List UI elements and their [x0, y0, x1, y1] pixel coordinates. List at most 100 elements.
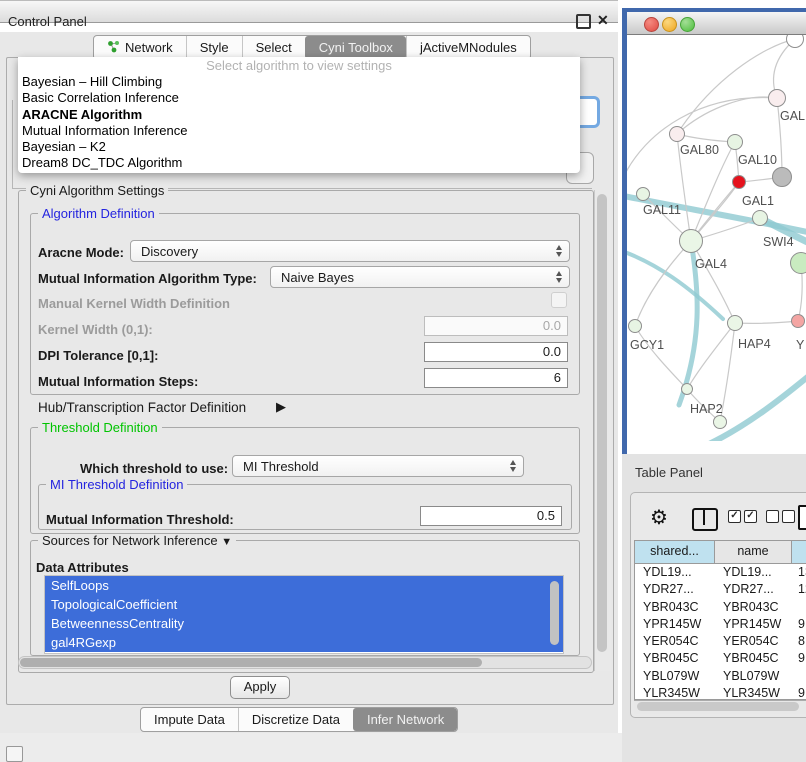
table-row[interactable]: YDL19...YDL19...13: [635, 564, 806, 581]
data-attribute-item[interactable]: gal4RGexp: [45, 633, 563, 652]
mi-threshold-field[interactable]: 0.5: [420, 506, 562, 526]
settings-horizontal-scrollbar-thumb[interactable]: [20, 658, 482, 667]
mi-algorithm-type-select[interactable]: Naive Bayes: [270, 266, 570, 288]
algorithm-option-bayesian-hill-climbing[interactable]: Bayesian – Hill Climbing: [18, 74, 580, 90]
algorithm-option-dream8-dc-tdc-algorithm[interactable]: Dream8 DC_TDC Algorithm: [18, 155, 580, 171]
table-cell: [792, 599, 806, 616]
split-columns-icon[interactable]: [692, 508, 718, 531]
table-row[interactable]: YLR345WYLR345W9.: [635, 685, 806, 700]
list-scrollbar-thumb[interactable]: [550, 581, 559, 645]
table-cell: 8.: [792, 633, 806, 650]
close-icon[interactable]: ✕: [597, 12, 609, 29]
network-node[interactable]: [713, 415, 727, 429]
table-cell: YLR345W: [715, 685, 792, 700]
network-node-hap2[interactable]: [681, 383, 693, 395]
apply-button[interactable]: Apply: [230, 676, 290, 699]
network-view-window[interactable]: GALGAL80GAL10GAL1GAL11SWI4GAL4GCY1HAP4YH…: [622, 8, 806, 472]
column-header-clipped[interactable]: [792, 541, 806, 563]
table-row[interactable]: YBR045CYBR045C9.: [635, 650, 806, 667]
manual-kernel-width-label: Manual Kernel Width Definition: [38, 296, 230, 311]
algorithm-option-mutual-information-inference[interactable]: Mutual Information Inference: [18, 123, 580, 139]
collapse-down-icon[interactable]: ▼: [221, 536, 232, 548]
tab-jactivemnodules[interactable]: jActiveMNodules: [406, 36, 530, 59]
mi-threshold-label: Mutual Information Threshold:: [46, 512, 234, 527]
checked-column-icon[interactable]: ✓: [744, 510, 757, 523]
network-node-gal11[interactable]: [636, 187, 650, 201]
spinner-arrows-icon: [556, 245, 562, 257]
network-node[interactable]: [772, 167, 792, 187]
tab-impute-data[interactable]: Impute Data: [141, 708, 238, 731]
network-node-gal10[interactable]: [727, 134, 743, 150]
tab-cyni-toolbox[interactable]: Cyni Toolbox: [305, 36, 406, 59]
data-attribute-item[interactable]: SelfLoops: [45, 576, 563, 595]
checked-column-icon[interactable]: ✓: [728, 510, 741, 523]
node-label: HAP2: [690, 402, 723, 416]
minimized-panel-icon[interactable]: [6, 746, 23, 762]
unchecked-column-icon[interactable]: [782, 510, 795, 523]
table-cell: YER054C: [715, 633, 792, 650]
table-row[interactable]: YDR27...YDR27...12: [635, 581, 806, 598]
hidden-groupbox-border: [12, 100, 13, 188]
network-canvas[interactable]: GALGAL80GAL10GAL1GAL11SWI4GAL4GCY1HAP4YH…: [627, 35, 806, 441]
kernel-width-field[interactable]: 0.0: [424, 316, 568, 336]
zoom-traffic-light-icon[interactable]: [680, 17, 695, 32]
which-threshold-select[interactable]: MI Threshold: [232, 455, 524, 477]
network-node-gal4[interactable]: [679, 229, 703, 253]
network-node-gcy1[interactable]: [628, 319, 642, 333]
tab-infer-network[interactable]: Infer Network: [353, 708, 457, 731]
network-node-gal80[interactable]: [669, 126, 685, 142]
algorithm-option-basic-correlation-inference[interactable]: Basic Correlation Inference: [18, 90, 580, 106]
dpi-tolerance-field[interactable]: 0.0: [424, 342, 568, 362]
aracne-mode-select[interactable]: Discovery: [130, 240, 570, 262]
network-node-gal1[interactable]: [732, 175, 746, 189]
data-attributes-label: Data Attributes: [36, 560, 129, 575]
tab-select[interactable]: Select: [242, 36, 305, 59]
minimize-traffic-light-icon[interactable]: [662, 17, 677, 32]
table-cell: [792, 668, 806, 685]
table-row[interactable]: YER054CYER054C8.: [635, 633, 806, 650]
document-icon[interactable]: [798, 505, 806, 530]
table-cell: 9.: [792, 685, 806, 700]
gear-icon[interactable]: ⚙: [650, 505, 668, 530]
tab-label: Network: [125, 40, 173, 55]
tab-network[interactable]: Network: [94, 36, 186, 59]
table-row[interactable]: YPR145WYPR145W9.: [635, 616, 806, 633]
algorithm-option-aracne-algorithm[interactable]: ARACNE Algorithm: [18, 107, 580, 123]
table-row[interactable]: YBL079WYBL079W: [635, 668, 806, 685]
tab-label: Impute Data: [154, 712, 225, 727]
close-traffic-light-icon[interactable]: [644, 17, 659, 32]
mi-steps-label: Mutual Information Steps:: [38, 374, 198, 389]
table-cell: YDL19...: [635, 564, 715, 581]
column-header-shared-[interactable]: shared...: [635, 541, 715, 563]
tab-discretize-data[interactable]: Discretize Data: [238, 708, 353, 731]
node-label: HAP4: [738, 337, 771, 351]
node-table[interactable]: shared...name YDL19...YDL19...13YDR27...…: [634, 540, 806, 700]
data-attribute-item[interactable]: TopologicalCoefficient: [45, 595, 563, 614]
expand-right-icon[interactable]: ▶: [276, 399, 286, 415]
network-node[interactable]: [790, 252, 806, 274]
mi-threshold-group-title: MI Threshold Definition: [46, 478, 187, 491]
table-cell: YDR27...: [635, 581, 715, 598]
algorithm-definition-title: Algorithm Definition: [38, 207, 159, 220]
network-node-hap4[interactable]: [727, 315, 743, 331]
manual-kernel-width-checkbox[interactable]: [551, 292, 567, 308]
network-node-y[interactable]: [791, 314, 805, 328]
float-window-icon[interactable]: [576, 14, 591, 29]
spinner-arrows-icon: [510, 460, 516, 472]
data-attributes-list[interactable]: SelfLoopsTopologicalCoefficientBetweenne…: [44, 575, 564, 654]
unchecked-column-icon[interactable]: [766, 510, 779, 523]
algorithm-option-bayesian-k2[interactable]: Bayesian – K2: [18, 139, 580, 155]
network-window-titlebar[interactable]: [627, 12, 806, 35]
table-horizontal-scrollbar-thumb[interactable]: [637, 702, 799, 711]
control-panel-titlebar: Control Panel ✕: [0, 0, 618, 23]
column-header-name[interactable]: name: [715, 541, 792, 563]
network-node-swi4[interactable]: [752, 210, 768, 226]
settings-vertical-scrollbar-thumb[interactable]: [597, 194, 607, 652]
tab-style[interactable]: Style: [186, 36, 242, 59]
mi-steps-field[interactable]: 6: [424, 368, 568, 388]
data-attribute-item[interactable]: BetweennessCentrality: [45, 614, 563, 633]
hub-definition-label: Hub/Transcription Factor Definition: [38, 400, 246, 415]
network-node-gal[interactable]: [768, 89, 786, 107]
table-cell: 13: [792, 564, 806, 581]
table-row[interactable]: YBR043CYBR043C: [635, 599, 806, 616]
